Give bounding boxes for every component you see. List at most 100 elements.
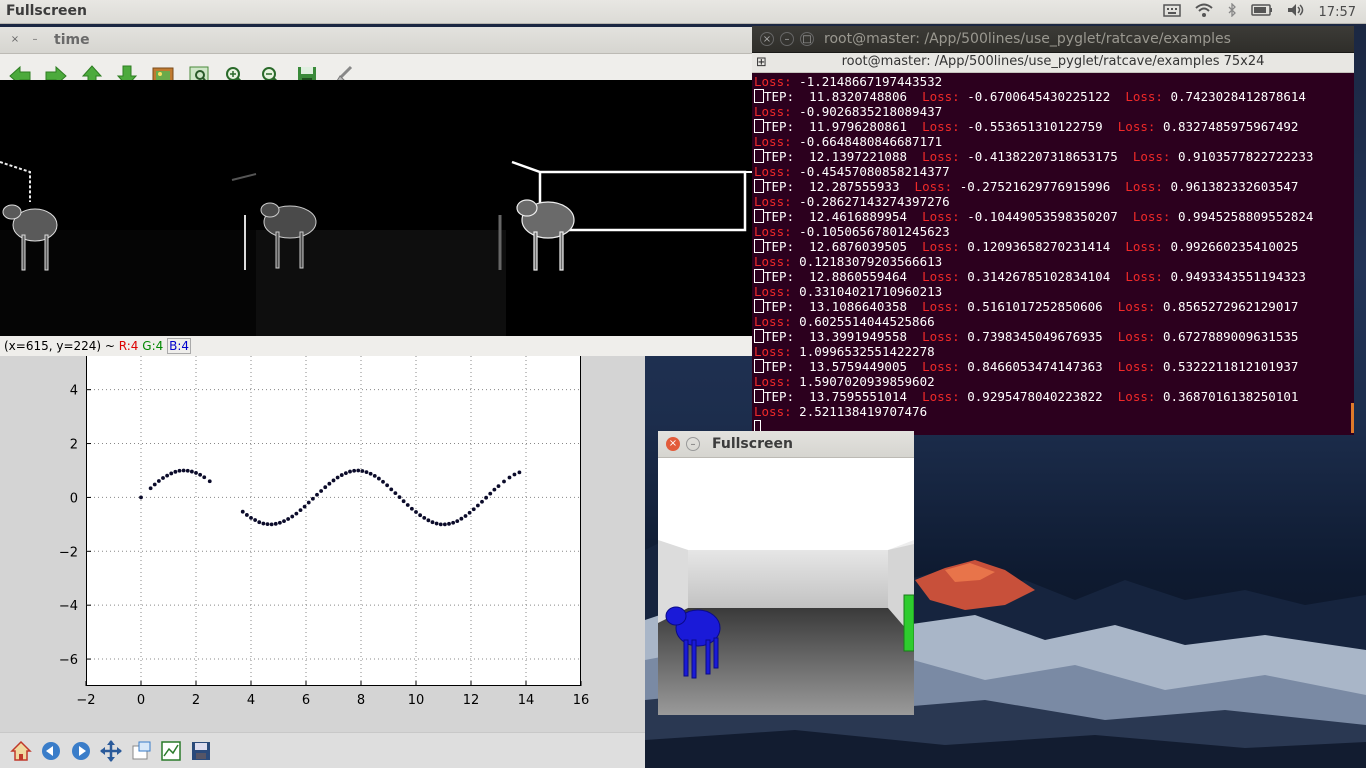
loss-value: -1.2148667197443532 bbox=[799, 74, 943, 89]
data-point bbox=[418, 513, 423, 518]
loss-value: 0.9945258809552824 bbox=[1178, 209, 1314, 224]
data-point bbox=[463, 514, 468, 518]
cursor-coords: (x=615, y=224) ~ bbox=[4, 339, 119, 353]
data-point bbox=[422, 516, 427, 520]
terminal-icon: ⊞ bbox=[756, 55, 767, 70]
loss-label: Loss: bbox=[1117, 359, 1156, 374]
data-point bbox=[286, 517, 291, 521]
active-window-title: Fullscreen bbox=[6, 3, 87, 19]
terminal-titlebar[interactable]: × – □ root@master: /App/500lines/use_pyg… bbox=[752, 26, 1354, 53]
data-point bbox=[302, 504, 307, 509]
data-point bbox=[165, 473, 170, 478]
fullscreen-titlebar[interactable]: × – Fullscreen bbox=[658, 431, 914, 458]
unknown-glyph-icon bbox=[754, 149, 764, 163]
data-point bbox=[198, 472, 203, 477]
close-button[interactable]: × bbox=[8, 33, 22, 47]
x-tick-label: 14 bbox=[518, 693, 535, 708]
step-value: 13.7595551014 bbox=[809, 389, 908, 404]
x-tick-label: 8 bbox=[357, 693, 365, 708]
loss-value: -0.27521629776915996 bbox=[959, 179, 1111, 194]
unknown-glyph-icon bbox=[754, 239, 764, 253]
data-point bbox=[352, 468, 357, 473]
step-value: 13.5759449005 bbox=[809, 359, 908, 374]
step-label: TEP: bbox=[764, 329, 795, 344]
red-value: R:4 bbox=[118, 339, 139, 353]
data-point bbox=[434, 521, 439, 526]
data-point bbox=[156, 479, 161, 483]
loss-value: -0.10506567801245623 bbox=[799, 224, 950, 239]
pan-icon[interactable] bbox=[98, 738, 124, 764]
loss-label: Loss: bbox=[754, 284, 792, 299]
camera-image-canvas[interactable] bbox=[0, 80, 752, 336]
loss-value: 0.8327485975967492 bbox=[1162, 119, 1299, 134]
battery-icon[interactable] bbox=[1250, 3, 1273, 21]
viewer-titlebar[interactable]: × – time bbox=[0, 27, 752, 54]
unknown-glyph-icon bbox=[754, 389, 764, 403]
loss-label: Loss: bbox=[1117, 299, 1156, 314]
minimize-button[interactable]: – bbox=[780, 32, 794, 46]
x-tick-label: 10 bbox=[408, 693, 425, 708]
forward-icon[interactable] bbox=[68, 738, 94, 764]
loss-value: 0.12183079203566613 bbox=[799, 254, 943, 269]
loss-label: Loss: bbox=[754, 164, 792, 179]
back-icon[interactable] bbox=[38, 738, 64, 764]
terminal-tab-header: ⊞ root@master: /App/500lines/use_pyglet/… bbox=[752, 53, 1354, 73]
clock[interactable]: 17:57 bbox=[1319, 5, 1356, 20]
terminal-scrollbar[interactable] bbox=[1351, 403, 1354, 433]
loss-value: 0.9493343551194323 bbox=[1170, 269, 1306, 284]
close-button[interactable]: × bbox=[666, 437, 680, 451]
loss-label: Loss: bbox=[754, 74, 792, 89]
loss-label: Loss: bbox=[1117, 389, 1156, 404]
data-point bbox=[488, 491, 493, 496]
step-label: TEP: bbox=[764, 389, 795, 404]
data-point bbox=[257, 520, 262, 525]
minimize-button[interactable]: – bbox=[686, 437, 700, 451]
loss-value: 0.9103577822722233 bbox=[1178, 149, 1314, 164]
data-point bbox=[181, 468, 186, 473]
keyboard-icon[interactable] bbox=[1162, 3, 1181, 21]
step-label: TEP: bbox=[764, 149, 795, 164]
loss-label: Loss: bbox=[1125, 269, 1163, 284]
loss-value: 0.3687016138250101 bbox=[1162, 389, 1299, 404]
data-point bbox=[194, 471, 198, 475]
subplots-icon[interactable] bbox=[158, 738, 184, 764]
loss-label: Loss: bbox=[922, 329, 960, 344]
top-panel: Fullscreen 17:57 bbox=[0, 0, 1366, 24]
save-icon[interactable] bbox=[188, 738, 214, 764]
loss-value: 0.5322211812101937 bbox=[1162, 359, 1299, 374]
loss-label: Loss: bbox=[1117, 329, 1156, 344]
data-point bbox=[306, 500, 311, 505]
minimize-button[interactable]: – bbox=[28, 33, 42, 47]
data-point bbox=[480, 499, 484, 504]
terminal-line: Loss: 1.5907020939859602 bbox=[754, 374, 1354, 389]
data-point bbox=[207, 479, 212, 484]
data-point bbox=[323, 485, 328, 490]
terminal-output[interactable]: Loss: -1.2148667197443532 TEP: 11.8320748… bbox=[752, 74, 1354, 435]
bluetooth-icon[interactable] bbox=[1227, 2, 1237, 21]
data-point bbox=[152, 482, 157, 487]
home-icon[interactable] bbox=[8, 738, 34, 764]
terminal-line: Loss: 0.33104021710960213 bbox=[754, 284, 1354, 299]
data-point bbox=[202, 475, 207, 480]
x-tick-label: 0 bbox=[137, 693, 145, 708]
y-tick-label: 4 bbox=[70, 384, 78, 399]
terminal-line: Loss: 2.521138419707476 bbox=[754, 404, 1354, 419]
x-tick-label: 12 bbox=[463, 693, 480, 708]
close-button[interactable]: × bbox=[760, 32, 774, 46]
maximize-button[interactable]: □ bbox=[800, 32, 814, 46]
loss-value: 0.961382332603547 bbox=[1170, 179, 1299, 194]
data-point bbox=[177, 468, 182, 473]
x-tick-label: 2 bbox=[192, 693, 200, 708]
data-point bbox=[315, 492, 319, 497]
y-tick-label: −2 bbox=[59, 545, 78, 560]
3d-scene-render[interactable] bbox=[658, 458, 914, 715]
loss-label: Loss: bbox=[754, 254, 792, 269]
loss-value: 0.5161017252850606 bbox=[967, 299, 1103, 314]
volume-icon[interactable] bbox=[1287, 3, 1305, 21]
green-value: G:4 bbox=[142, 339, 164, 353]
zoom-rect-icon[interactable] bbox=[128, 738, 154, 764]
unknown-glyph-icon bbox=[754, 119, 764, 133]
wifi-icon[interactable] bbox=[1194, 3, 1213, 21]
loss-value: 2.521138419707476 bbox=[799, 404, 928, 419]
data-point bbox=[471, 507, 476, 512]
